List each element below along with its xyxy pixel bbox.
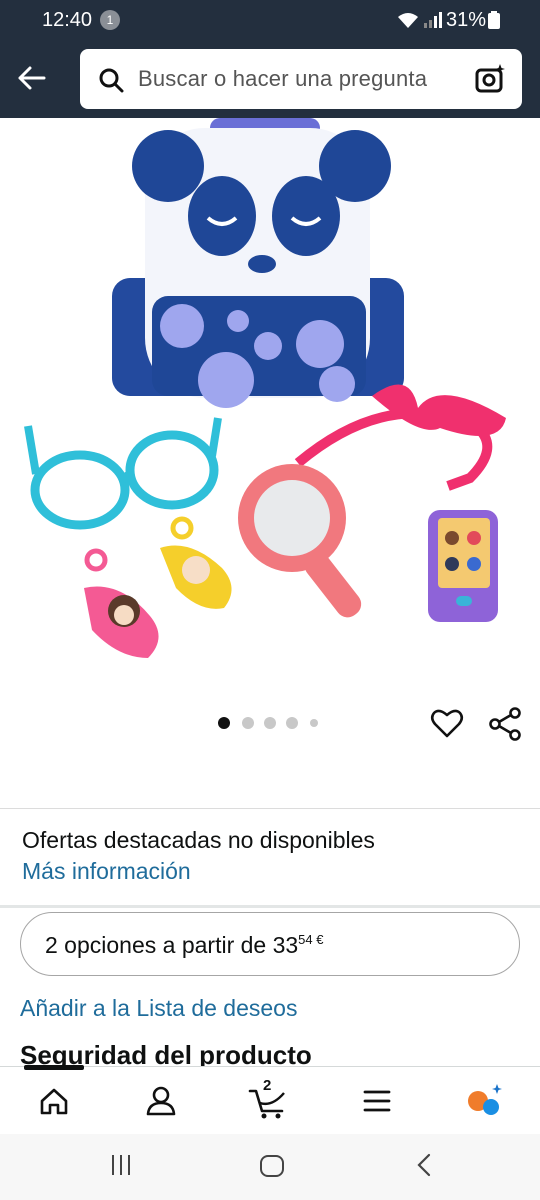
offers-unavailable-text: Ofertas destacadas no disponibles bbox=[22, 827, 375, 853]
search-placeholder: Buscar o hacer una pregunta bbox=[138, 66, 428, 91]
carousel-dot[interactable] bbox=[286, 717, 298, 729]
toy-phone bbox=[428, 510, 498, 622]
image-carousel-dots[interactable] bbox=[218, 717, 328, 731]
camera-search-icon[interactable] bbox=[474, 63, 506, 95]
more-info-link[interactable]: Más información bbox=[22, 858, 191, 885]
back-arrow-icon[interactable] bbox=[14, 60, 50, 96]
carousel-dot[interactable] bbox=[242, 717, 254, 729]
panda-backpack bbox=[112, 118, 404, 408]
section-divider bbox=[0, 808, 540, 809]
battery-percent: 31% bbox=[446, 9, 487, 31]
account-icon[interactable] bbox=[141, 1081, 181, 1121]
wifi-icon bbox=[398, 13, 418, 28]
toy-glasses bbox=[24, 417, 222, 530]
signal-icon bbox=[424, 12, 442, 28]
section-divider bbox=[0, 905, 540, 908]
recent-apps-icon[interactable] bbox=[108, 1152, 134, 1178]
status-time: 12:40 bbox=[42, 9, 93, 31]
cart-button[interactable]: 2 bbox=[248, 1077, 288, 1121]
app-header: 12:40 1 31% Buscar o hacer una pregunta bbox=[0, 0, 540, 118]
buying-options-button[interactable]: 2 opciones a partir de 3354 € bbox=[20, 912, 520, 976]
search-input[interactable]: Buscar o hacer una pregunta bbox=[80, 49, 522, 109]
system-navigation-bar bbox=[0, 1134, 540, 1200]
carousel-dot[interactable] bbox=[310, 719, 318, 727]
share-icon[interactable] bbox=[488, 707, 522, 741]
product-safety-heading: Seguridad del producto bbox=[20, 1040, 312, 1066]
product-image[interactable] bbox=[0, 118, 540, 688]
assistant-icon[interactable] bbox=[464, 1081, 504, 1121]
search-icon bbox=[99, 68, 124, 93]
add-to-wishlist-link[interactable]: Añadir a la Lista de deseos bbox=[20, 995, 297, 1022]
heart-icon[interactable] bbox=[430, 707, 464, 741]
battery-icon bbox=[488, 11, 500, 29]
toy-charms bbox=[84, 516, 232, 658]
menu-icon[interactable] bbox=[357, 1081, 397, 1121]
system-back-icon[interactable] bbox=[412, 1152, 438, 1178]
status-bar: 12:40 1 31% bbox=[0, 0, 540, 42]
price-fraction: 54 € bbox=[298, 932, 324, 947]
cart-count: 2 bbox=[263, 1077, 272, 1094]
carousel-dot[interactable] bbox=[218, 717, 230, 729]
notification-badge: 1 bbox=[100, 10, 120, 30]
toy-magnifying-glass bbox=[238, 464, 362, 618]
bottom-navigation: 2 bbox=[0, 1065, 540, 1134]
home-button-icon[interactable] bbox=[258, 1152, 286, 1180]
carousel-dot[interactable] bbox=[264, 717, 276, 729]
home-icon[interactable] bbox=[34, 1081, 74, 1121]
buying-options-label: 2 opciones a partir de 3354 € bbox=[45, 932, 324, 958]
active-tab-indicator bbox=[24, 1065, 84, 1070]
